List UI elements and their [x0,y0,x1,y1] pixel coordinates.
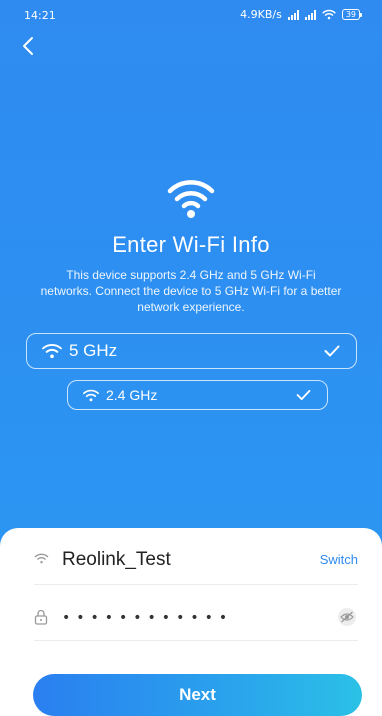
switch-network-link[interactable]: Switch [320,552,358,567]
status-time: 14:21 [24,9,56,22]
password-input[interactable] [62,604,312,632]
band-5ghz-option[interactable]: 5 GHz [26,333,357,369]
status-bar: 14:21 4.9KB/s 39 [0,0,382,30]
eye-off-icon[interactable] [336,607,358,632]
net-speed: 4.9KB/s [240,8,282,21]
next-button[interactable]: Next [33,674,362,716]
wifi-form-sheet: Reolink_Test Switch Next [0,528,382,716]
wifi-status-icon [322,9,336,20]
ssid-value: Reolink_Test [62,549,171,570]
password-row [34,604,358,641]
page-description: This device supports 2.4 GHz and 5 GHz W… [40,268,342,314]
hero-panel: 14:21 4.9KB/s 39 Enter Wi-Fi Info This d… [0,0,382,560]
wifi-icon [41,343,63,359]
signal-icon-2 [304,9,316,20]
page-title: Enter Wi-Fi Info [112,232,270,257]
wifi-icon [34,553,49,564]
band-label: 2.4 GHz [106,387,158,403]
band-label: 5 GHz [69,341,118,360]
battery-icon: 39 [341,9,363,20]
band-2-4ghz-option[interactable]: 2.4 GHz [67,380,328,410]
wifi-icon [82,389,100,402]
back-button[interactable] [22,36,42,58]
signal-icon [287,9,299,20]
ssid-row: Reolink_Test Switch [34,546,358,585]
chevron-left-icon [23,37,33,55]
check-icon [296,389,311,401]
status-icons: 4.9KB/s 39 [240,8,363,21]
lock-icon [34,609,48,625]
wifi-icon [167,180,215,218]
check-icon [324,345,340,357]
